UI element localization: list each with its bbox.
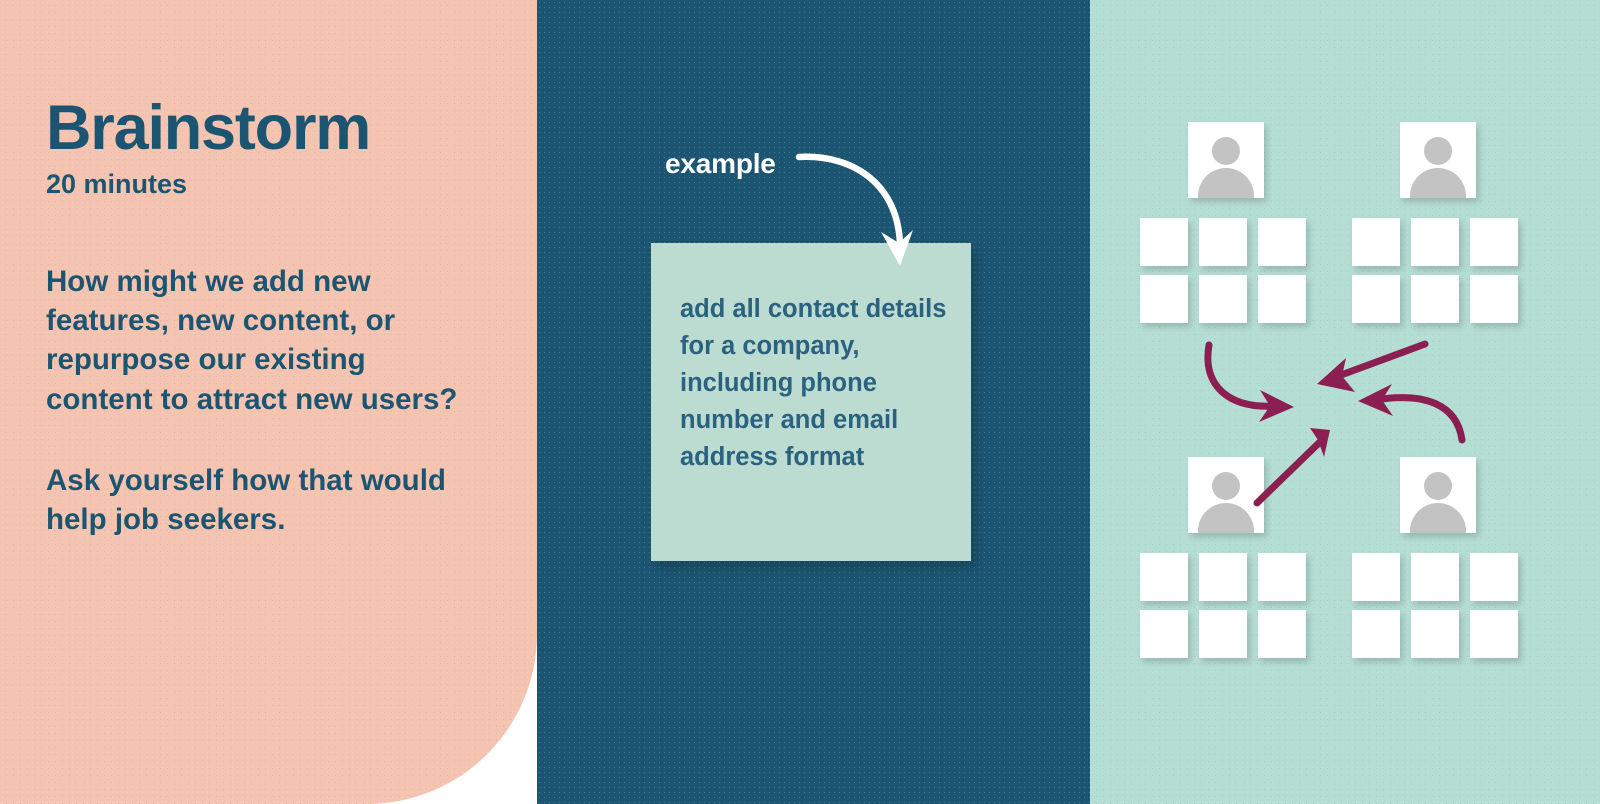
example-callout-label: example	[665, 148, 776, 179]
tile	[1140, 610, 1188, 658]
tile	[1352, 553, 1400, 601]
tile	[1352, 218, 1400, 266]
tile	[1199, 218, 1247, 266]
tile	[1352, 610, 1400, 658]
left-panel-content: Brainstorm 20 minutes How might we add n…	[46, 96, 486, 539]
tile	[1258, 218, 1306, 266]
cluster-top-right	[1352, 122, 1524, 323]
curved-arrow-down-icon	[795, 153, 913, 266]
avatar-body-shape	[1410, 503, 1466, 533]
avatar-body-shape	[1410, 168, 1466, 198]
tile	[1352, 275, 1400, 323]
person-avatar-icon	[1400, 122, 1476, 198]
tile-grid	[1140, 218, 1312, 323]
right-panel	[1090, 0, 1600, 804]
cluster-bottom-left	[1140, 457, 1312, 658]
tile-grid	[1352, 218, 1524, 323]
tile	[1411, 553, 1459, 601]
avatar-head-shape	[1212, 472, 1240, 500]
tile	[1258, 610, 1306, 658]
tile	[1470, 610, 1518, 658]
tile	[1411, 610, 1459, 658]
tile	[1199, 553, 1247, 601]
tile	[1140, 275, 1188, 323]
slide-canvas: Brainstorm 20 minutes How might we add n…	[0, 0, 1600, 804]
tile	[1470, 553, 1518, 601]
tile	[1470, 218, 1518, 266]
instruction-text: Ask yourself how that would help job see…	[46, 463, 446, 537]
cluster-top-left	[1140, 122, 1312, 323]
avatar-body-shape	[1198, 168, 1254, 198]
avatar-body-shape	[1198, 503, 1254, 533]
tile-grid	[1140, 553, 1312, 658]
tile	[1140, 553, 1188, 601]
avatar-head-shape	[1212, 137, 1240, 165]
sticky-note[interactable]: add all contact details for a company, i…	[651, 243, 971, 561]
tile	[1258, 275, 1306, 323]
tile	[1411, 218, 1459, 266]
cluster-bottom-right	[1352, 457, 1524, 658]
sticky-note-text: add all contact details for a company, i…	[680, 295, 947, 471]
tile	[1470, 275, 1518, 323]
avatar-head-shape	[1424, 472, 1452, 500]
tile	[1411, 275, 1459, 323]
avatar-head-shape	[1424, 137, 1452, 165]
person-avatar-icon	[1400, 457, 1476, 533]
page-title: Brainstorm	[46, 93, 371, 163]
tile	[1199, 610, 1247, 658]
tile-grid	[1352, 553, 1524, 658]
person-avatar-icon	[1188, 457, 1264, 533]
prompt-text: How might we add new features, new conte…	[46, 264, 458, 416]
person-avatar-icon	[1188, 122, 1264, 198]
tile	[1199, 275, 1247, 323]
tile	[1258, 553, 1306, 601]
tile	[1140, 218, 1188, 266]
duration-label: 20 minutes	[46, 169, 188, 200]
